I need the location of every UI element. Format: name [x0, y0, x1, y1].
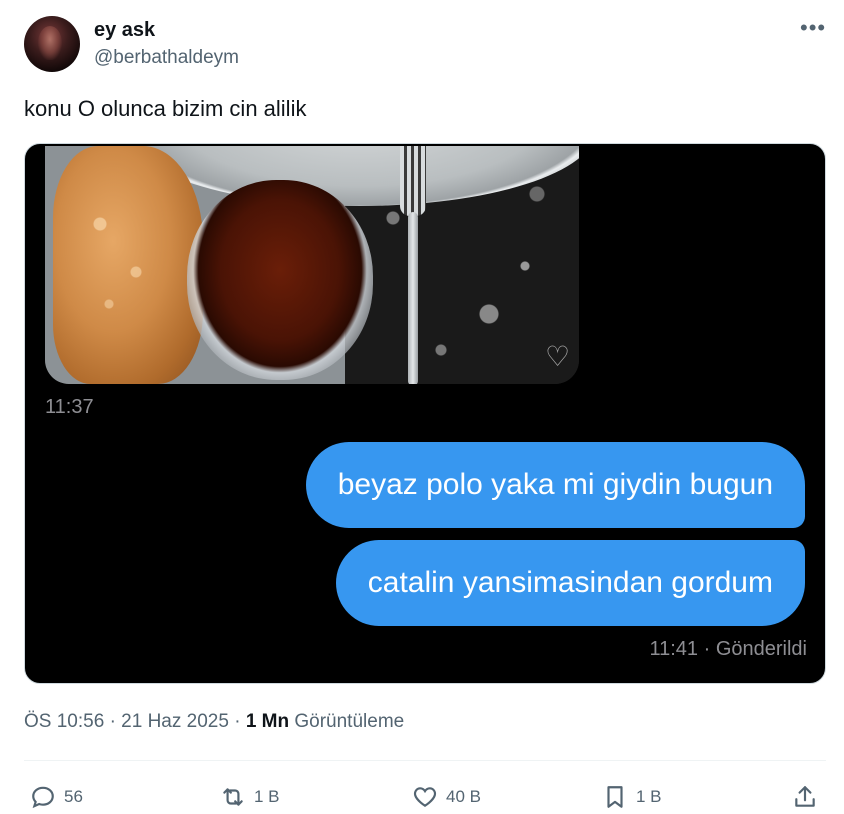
reply-icon: [32, 786, 54, 809]
views-count: 1 Mn: [245, 711, 290, 732]
share-icon: [795, 786, 815, 807]
tea-glass-image: [187, 180, 373, 380]
reply-button[interactable]: 56: [30, 782, 83, 812]
sent-status: 11:41 · Gönderildi: [649, 638, 807, 660]
display-name[interactable]: ey ask: [94, 18, 155, 42]
like-count: 40 B: [446, 787, 481, 806]
tweet-text: konu O olunca bizim cin alilik: [24, 96, 307, 121]
message-bubble: catalin yansimasindan gordum: [335, 540, 805, 626]
bookmark-count: 1 B: [636, 787, 662, 806]
fork-image: [400, 146, 426, 384]
bookmark-icon: [607, 786, 623, 808]
divider: [24, 760, 826, 761]
retweet-button[interactable]: 1 B: [220, 782, 280, 812]
shared-photo: ♡: [45, 146, 579, 384]
retweet-icon: [223, 788, 243, 806]
user-handle[interactable]: @berbathaldeym: [94, 46, 239, 70]
tweet-media[interactable]: ♡ 11:37 beyaz polo yaka mi giydin bugun …: [24, 143, 826, 684]
post-time[interactable]: ÖS 10:56: [24, 711, 104, 732]
sent-label: Gönderildi: [715, 638, 807, 660]
reply-count: 56: [64, 787, 83, 806]
retweet-count: 1 B: [254, 787, 280, 806]
more-options-icon[interactable]: •••: [800, 17, 826, 39]
share-button[interactable]: [792, 782, 826, 812]
react-heart-icon: ♡: [545, 341, 571, 372]
like-button[interactable]: 40 B: [412, 782, 481, 812]
heart-icon: [413, 787, 437, 807]
avatar[interactable]: [24, 16, 80, 72]
sent-time: 11:41: [649, 638, 699, 660]
views-label: Görüntüleme: [294, 711, 405, 732]
bookmark-button[interactable]: 1 B: [602, 782, 662, 812]
tweet-meta: ÖS 10:56 · 21 Haz 2025 · 1 Mn Görüntülem…: [24, 711, 405, 732]
message-bubble: beyaz polo yaka mi giydin bugun: [305, 442, 805, 528]
post-date[interactable]: 21 Haz 2025: [121, 711, 229, 732]
message-timestamp: 11:37: [45, 396, 94, 418]
bread-image: [53, 146, 203, 384]
